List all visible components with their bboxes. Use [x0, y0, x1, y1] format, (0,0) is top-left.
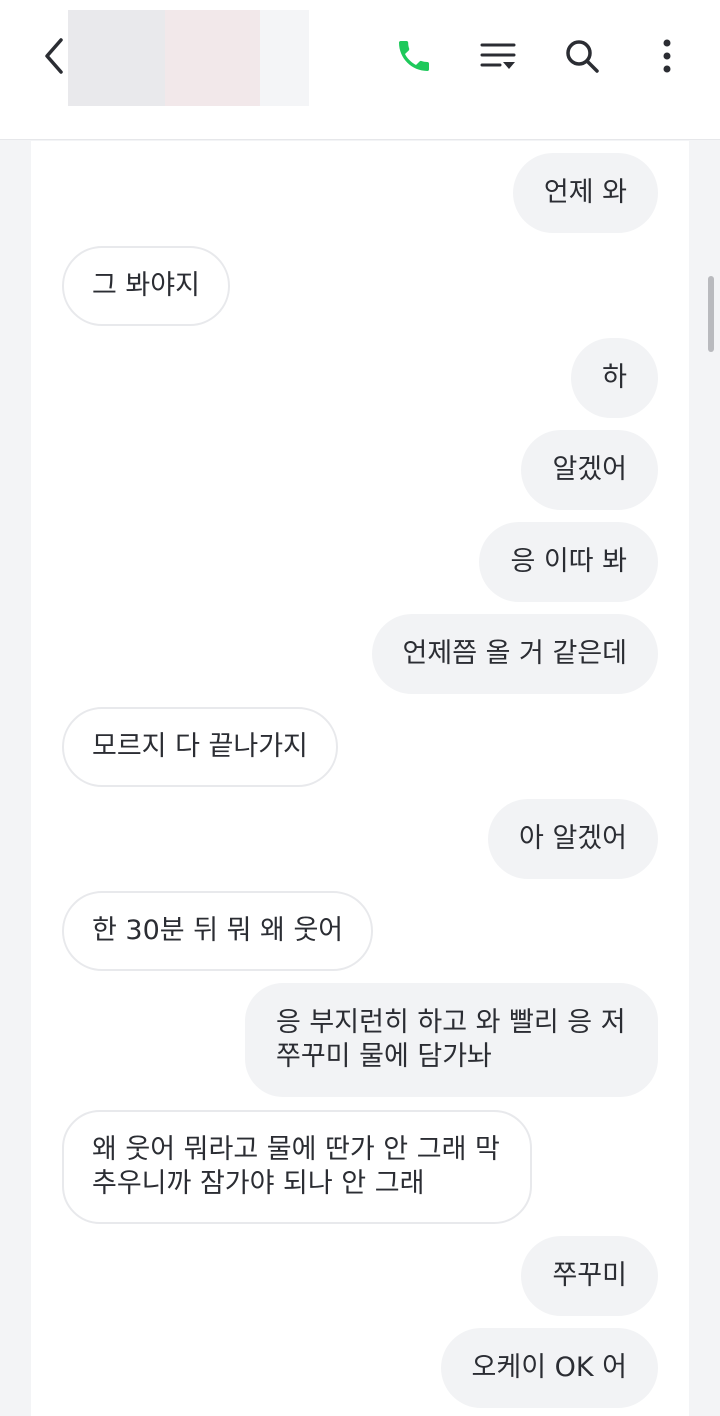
phone-icon [399, 41, 429, 71]
search-icon [566, 40, 599, 73]
search-button[interactable] [556, 30, 608, 82]
redacted-block [165, 10, 260, 106]
message-bubble-received[interactable]: 한 30분 뒤 뭐 왜 웃어 [62, 891, 374, 971]
message-bubble-received[interactable]: 모르지 다 끝나가지 [62, 707, 338, 787]
call-button[interactable] [388, 30, 440, 82]
message-bubble-sent[interactable]: 쭈꾸미 [521, 1236, 658, 1316]
filter-menu-button[interactable] [472, 30, 524, 82]
message-bubble-received[interactable]: 왜 웃어 뭐라고 물에 딴가 안 그래 막 추우니까 잠가야 되나 안 그래 [62, 1110, 532, 1224]
filter-menu-icon [480, 43, 516, 69]
message-bubble-sent[interactable]: 언제쯤 올 거 같은데 [371, 614, 658, 694]
message-bubble-sent[interactable]: 아 알겠어 [488, 799, 658, 879]
chevron-left-icon [45, 38, 63, 74]
message-bubble-received[interactable]: 그 봐야지 [62, 246, 230, 326]
redacted-block [260, 10, 309, 106]
message-bubble-sent[interactable]: 언제 와 [512, 153, 658, 233]
redacted-block [68, 10, 165, 106]
message-bubble-sent[interactable]: 응 이따 봐 [479, 522, 658, 602]
message-bubble-sent[interactable]: 응 부지런히 하고 와 빨리 응 저 쭈꾸미 물에 담가놔 [245, 983, 658, 1097]
chat-title-redacted[interactable] [68, 10, 309, 106]
chat-header [0, 0, 720, 140]
scrollbar-thumb[interactable] [708, 276, 714, 352]
message-bubble-sent[interactable]: 하 [571, 338, 658, 418]
more-vertical-icon [663, 39, 671, 73]
message-bubble-sent[interactable]: 오케이 OK 어 [440, 1328, 658, 1408]
message-bubble-sent[interactable]: 알겠어 [521, 430, 658, 510]
more-options-button[interactable] [641, 30, 693, 82]
